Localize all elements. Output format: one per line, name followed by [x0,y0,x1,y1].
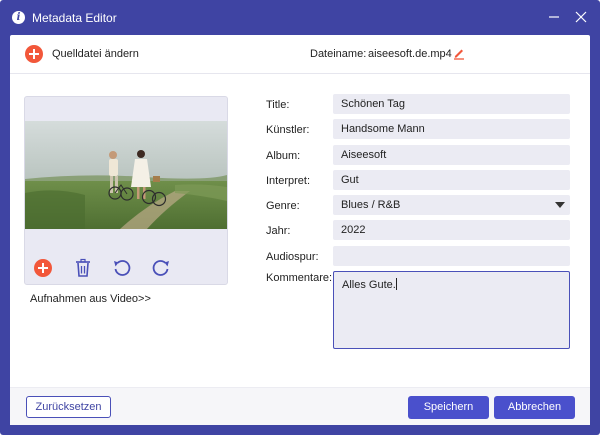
add-icon [25,45,43,63]
add-icon [34,259,52,277]
comment-textarea[interactable]: Alles Gute. [333,271,570,349]
add-image-button[interactable] [34,258,54,278]
video-thumbnail [25,121,227,229]
filename-value: aiseesoft.de.mp4 [368,48,452,60]
filename-label: Dateiname: [310,48,367,60]
cancel-button[interactable]: Abbrechen [494,396,575,419]
window-title: Metadata Editor [32,11,117,25]
save-button[interactable]: Speichern [408,396,489,419]
footer-bar: Zurücksetzen Speichern Abbrechen [10,387,590,425]
video-preview-panel [24,96,228,285]
audio-track-label: Audiospur: [266,251,319,263]
text-cursor [395,278,397,290]
trash-icon[interactable] [73,258,93,278]
year-field[interactable]: 2022 [333,220,570,240]
editor-content: Quelldatei ändern Dateiname: aiseesoft.d… [10,35,590,425]
album-label: Album: [266,150,301,162]
minimize-icon[interactable] [546,9,562,25]
top-bar: Quelldatei ändern Dateiname: aiseesoft.d… [10,35,590,73]
comment-label: Kommentare: [266,272,333,284]
genre-select[interactable]: Blues / R&B [333,195,570,215]
dropdown-arrow-icon [555,202,565,208]
year-label: Jahr: [266,225,291,237]
pencil-icon[interactable] [452,46,466,60]
close-icon[interactable] [573,9,589,25]
rotate-right-icon[interactable] [151,258,171,278]
artist-label: Künstler: [266,124,310,136]
comment-text: Alles Gute. [342,279,396,291]
reset-button[interactable]: Zurücksetzen [26,396,111,418]
album-field[interactable]: Aiseesoft [333,145,570,165]
change-source-label: Quelldatei ändern [52,48,139,60]
metadata-editor-window: i Metadata Editor Quelldatei ändern Date… [0,0,600,435]
rotate-left-icon[interactable] [112,258,132,278]
capture-from-video-link[interactable]: Aufnahmen aus Video>> [30,293,151,305]
title-field[interactable]: Schönen Tag [333,94,570,114]
interpreter-field[interactable]: Gut [333,170,570,190]
preview-controls [25,252,227,284]
genre-selected-value: Blues / R&B [341,199,401,211]
title-label: Title: [266,99,290,111]
artist-field[interactable]: Handsome Mann [333,119,570,139]
genre-label: Genre: [266,200,300,212]
audio-track-field[interactable] [333,246,570,266]
title-bar: i Metadata Editor [0,0,600,35]
top-divider [10,73,590,74]
info-icon: i [12,11,25,24]
interpreter-label: Interpret: [266,175,311,187]
